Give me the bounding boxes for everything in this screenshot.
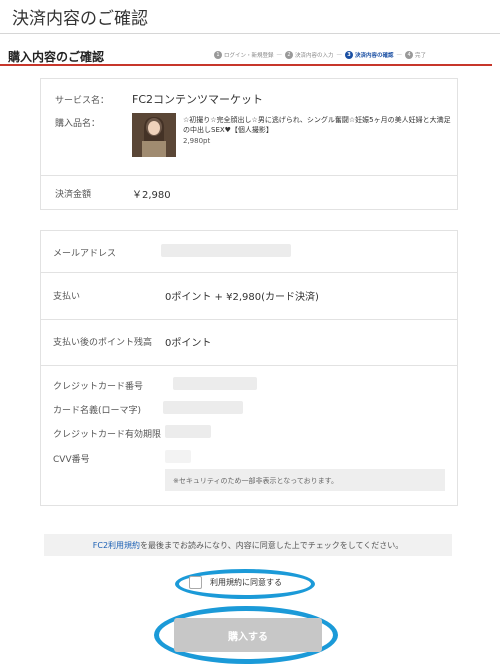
payment-details-box: メールアドレス 支払い 0ポイント + ¥2,980(カード決済) 支払い後のポ… bbox=[40, 230, 458, 506]
pay-label: 支払い bbox=[53, 292, 81, 302]
step-number: 4 bbox=[405, 51, 414, 59]
title-divider bbox=[0, 33, 500, 34]
step-label: 決済内容の確認 bbox=[355, 53, 394, 59]
card-name-masked bbox=[163, 401, 243, 414]
security-note: ※セキュリティのため一部非表示となっております。 bbox=[165, 469, 445, 491]
card-expiry-masked bbox=[165, 425, 211, 438]
service-value: FC2コンテンツマーケット bbox=[132, 93, 264, 106]
amount-value: ￥2,980 bbox=[132, 190, 171, 201]
cvv-label: CVV番号 bbox=[53, 455, 90, 465]
service-label: サービス名： bbox=[55, 96, 110, 106]
product-label: 購入品名： bbox=[55, 119, 101, 129]
card-name-label: カード名義(ローマ字) bbox=[53, 406, 142, 416]
step-login: 1 ログイン・新規登録 bbox=[214, 51, 274, 59]
thumbnail-image bbox=[132, 113, 176, 157]
card-number-label: クレジットカード番号 bbox=[53, 382, 144, 392]
product-title: ☆初撮り☆完全顔出し☆男に逃げられ、シングル奮闘☆妊娠5ヶ月の美人妊婦と大満足の… bbox=[183, 116, 451, 134]
agree-terms-row[interactable]: 利用規約に同意する bbox=[189, 576, 282, 589]
agree-label: 利用規約に同意する bbox=[210, 578, 282, 587]
terms-link[interactable]: FC2利用規約 bbox=[93, 541, 140, 550]
card-expiry-label: クレジットカード有効期限 bbox=[53, 430, 162, 440]
agree-checkbox[interactable] bbox=[189, 576, 202, 589]
step-input: 2 決済内容の入力 bbox=[285, 51, 334, 59]
email-label: メールアドレス bbox=[53, 249, 117, 259]
section-title: 購入内容のご確認 bbox=[8, 50, 105, 64]
step-label: 完了 bbox=[415, 53, 427, 59]
row-divider bbox=[41, 175, 457, 176]
order-summary-box: サービス名： FC2コンテンツマーケット 購入品名： ☆初撮り☆完全顔出し☆男に… bbox=[40, 78, 458, 210]
step-label: ログイン・新規登録 bbox=[224, 53, 274, 59]
step-label: 決済内容の入力 bbox=[295, 53, 334, 59]
step-number: 2 bbox=[285, 51, 294, 59]
cvv-masked bbox=[165, 450, 191, 463]
amount-label: 決済金額 bbox=[55, 190, 92, 200]
product-price: 2,980pt bbox=[183, 137, 211, 145]
step-separator: — bbox=[396, 52, 403, 58]
row-divider bbox=[41, 319, 457, 320]
points-after-value: 0ポイント bbox=[165, 338, 212, 349]
points-after-label: 支払い後のポイント残高 bbox=[53, 338, 153, 348]
step-confirm: 3 決済内容の確認 bbox=[345, 51, 394, 59]
card-number-masked bbox=[173, 377, 257, 390]
step-separator: — bbox=[276, 52, 283, 58]
step-number: 3 bbox=[345, 51, 354, 59]
row-divider bbox=[41, 272, 457, 273]
step-number: 1 bbox=[214, 51, 222, 59]
page-title: 決済内容のご確認 bbox=[12, 9, 148, 29]
terms-notice: FC2利用規約を最後までお読みになり、内容に同意した上でチェックをしてください。 bbox=[44, 534, 452, 556]
step-separator: — bbox=[336, 52, 343, 58]
product-thumbnail bbox=[132, 113, 176, 157]
step-complete: 4 完了 bbox=[405, 51, 426, 59]
section-divider bbox=[0, 64, 492, 66]
pay-value: 0ポイント + ¥2,980(カード決済) bbox=[165, 292, 319, 303]
terms-text: を最後までお読みになり、内容に同意した上でチェックをしてください。 bbox=[140, 541, 404, 550]
email-value-masked bbox=[161, 244, 291, 257]
row-divider bbox=[41, 365, 457, 366]
purchase-button[interactable]: 購入する bbox=[174, 618, 322, 652]
progress-steps: 1 ログイン・新規登録 — 2 決済内容の入力 — 3 決済内容の確認 — 4 完了 bbox=[214, 51, 426, 59]
